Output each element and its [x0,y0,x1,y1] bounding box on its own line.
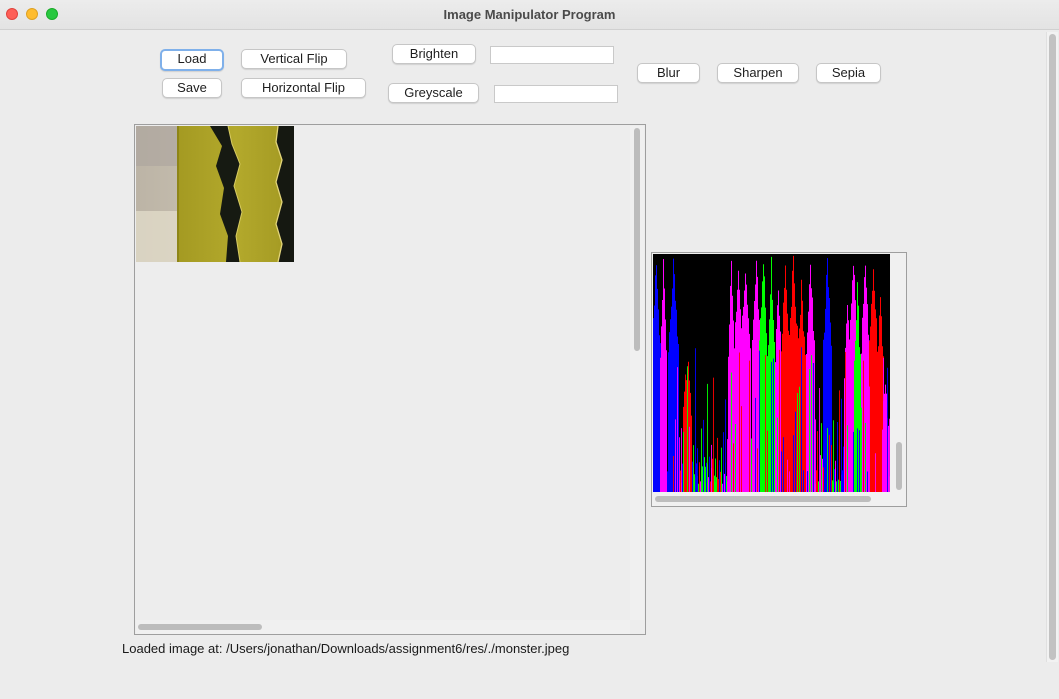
window-vertical-scrollbar[interactable] [1046,32,1058,662]
image-scroll-pane[interactable] [134,124,646,635]
vertical-flip-button[interactable]: Vertical Flip [241,49,347,69]
blur-button[interactable]: Blur [637,63,700,83]
histogram-chart [653,254,890,492]
histogram-horizontal-scrollbar[interactable] [653,493,890,506]
greyscale-button[interactable]: Greyscale [388,83,479,103]
histogram-horizontal-scroll-thumb[interactable] [655,496,871,502]
load-button[interactable]: Load [160,49,224,71]
histogram-scroll-pane[interactable] [651,252,907,507]
brighten-amount-field[interactable] [490,46,614,64]
save-button[interactable]: Save [162,78,222,98]
histogram-vertical-scrollbar[interactable] [892,254,906,492]
greyscale-field[interactable] [494,85,618,103]
image-vertical-scroll-thumb[interactable] [634,128,640,351]
image-horizontal-scrollbar[interactable] [136,620,630,634]
window-vertical-scroll-thumb[interactable] [1049,34,1056,660]
image-vertical-scrollbar[interactable] [630,126,644,620]
title-bar: Image Manipulator Program [0,0,1059,30]
histogram-vertical-scroll-thumb[interactable] [896,442,902,490]
sepia-button[interactable]: Sepia [816,63,881,83]
window-title: Image Manipulator Program [443,7,616,22]
brighten-button[interactable]: Brighten [392,44,476,64]
loaded-image [136,126,294,262]
status-label: Loaded image at: /Users/jonathan/Downloa… [122,641,570,656]
sharpen-button[interactable]: Sharpen [717,63,799,83]
image-horizontal-scroll-thumb[interactable] [138,624,262,630]
horizontal-flip-button[interactable]: Horizontal Flip [241,78,366,98]
